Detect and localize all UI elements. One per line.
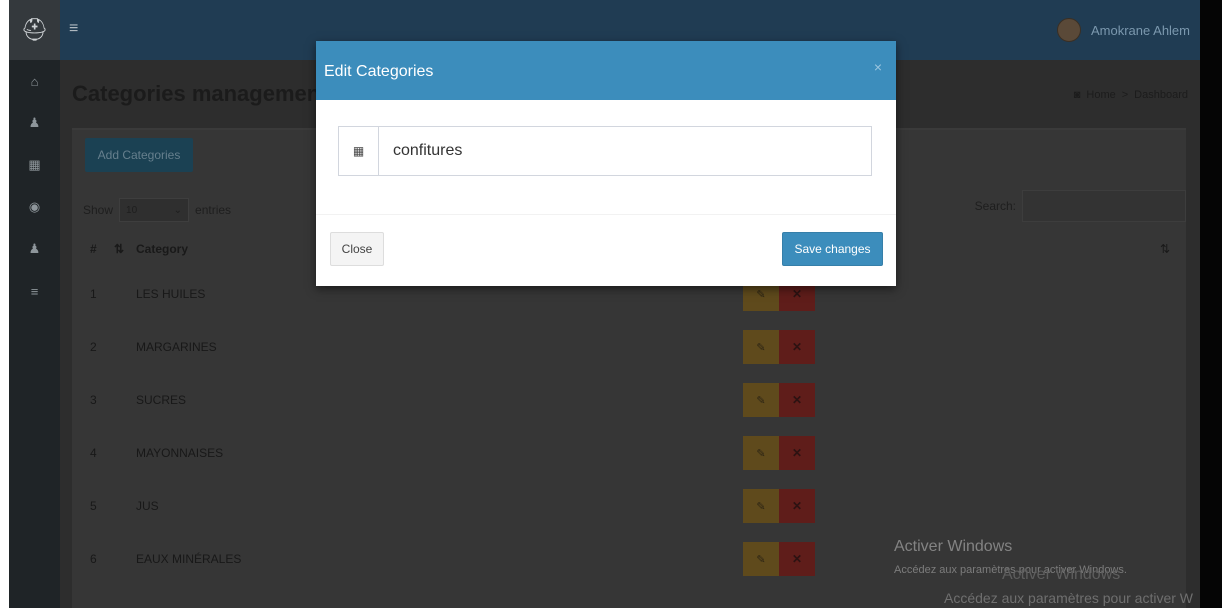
dashboard-icon: ◙ [1073, 89, 1081, 101]
activation-watermark-subtitle-2: Accédez aux paramètres pour activer W [944, 590, 1193, 606]
row-category: SUCRES [136, 392, 187, 407]
home-icon: ⌂ [30, 73, 39, 89]
row-actions: ✎ ✕ [743, 489, 815, 523]
sidebar-item-home[interactable]: ⌂ [9, 60, 60, 102]
sidebar: ⛑ ⌂ ♟ ▦ ◉ ♟ ≡ [9, 0, 60, 608]
list-icon: ≡ [30, 283, 39, 299]
sidebar-item-list[interactable]: ≡ [9, 270, 60, 312]
entries-value: 10 [126, 204, 138, 216]
entries-select[interactable]: 10 ⌄ [119, 198, 190, 222]
search-input[interactable] [1022, 190, 1186, 222]
delete-button[interactable]: ✕ [779, 542, 815, 576]
sort-icon[interactable]: ⇅ [1160, 242, 1176, 256]
row-category: MARGARINES [136, 339, 217, 354]
table-row: 5 JUS ✎ ✕ [82, 479, 1176, 532]
helmet-logo-icon[interactable]: ⛑ [9, 0, 60, 60]
category-input-group: ▦ confitures [338, 126, 872, 176]
pencil-icon: ✎ [756, 288, 766, 301]
edit-button[interactable]: ✎ [743, 330, 779, 364]
row-category: EAUX MINÉRALES [136, 551, 242, 566]
close-icon: ✕ [791, 499, 803, 513]
breadcrumb: ◙ Home > Dashboard [1074, 89, 1188, 101]
row-category: MAYONNAISES [136, 445, 224, 460]
save-changes-button[interactable]: Save changes [782, 232, 883, 266]
row-actions: ✎ ✕ [743, 383, 815, 417]
pencil-icon: ✎ [756, 341, 766, 354]
row-num: 5 [90, 498, 97, 513]
breadcrumb-home[interactable]: Home [1086, 89, 1115, 101]
close-icon: ✕ [791, 446, 803, 460]
delete-button[interactable]: ✕ [779, 383, 815, 417]
page-title: Categories management [72, 81, 328, 106]
row-num: 2 [90, 339, 97, 354]
row-actions: ✎ ✕ [743, 542, 815, 576]
close-icon: ✕ [791, 393, 803, 407]
row-actions: ✎ ✕ [743, 330, 815, 364]
pencil-icon: ✎ [756, 447, 766, 460]
user-name: Amokrane Ahlem [1091, 22, 1190, 38]
delete-button[interactable]: ✕ [779, 489, 815, 523]
delete-button[interactable]: ✕ [779, 436, 815, 470]
close-icon: ✕ [791, 287, 803, 301]
right-edge [1200, 0, 1222, 608]
search-label: Search: [974, 199, 1016, 213]
pencil-icon: ✎ [756, 500, 766, 513]
sidebar-item-users[interactable]: ♟ [9, 102, 60, 144]
row-num: 3 [90, 392, 97, 407]
edit-categories-modal: Edit Categories × ▦ confitures Close Sav… [316, 41, 896, 286]
close-icon[interactable]: × [874, 59, 882, 75]
user-icon: ♟ [28, 241, 41, 256]
column-header-num[interactable]: # [82, 242, 114, 256]
hamburger-menu-icon[interactable]: ≡ [69, 20, 78, 38]
edit-button[interactable]: ✎ [743, 436, 779, 470]
user-icon: ♟ [28, 115, 41, 130]
grid-icon: ▦ [339, 127, 379, 175]
modal-body: ▦ confitures [316, 100, 896, 215]
activation-watermark-title: Activer Windows [894, 538, 1013, 555]
close-button[interactable]: Close [330, 232, 384, 266]
table-search: Search: [975, 190, 1186, 222]
row-num: 1 [90, 286, 97, 301]
table-row: 3 SUCRES ✎ ✕ [82, 373, 1176, 426]
category-name-input[interactable]: confitures [379, 127, 871, 175]
add-categories-button[interactable]: Add Categories [85, 138, 193, 172]
product-icon: ◉ [28, 199, 41, 214]
row-category: JUS [136, 498, 159, 513]
delete-button[interactable]: ✕ [779, 330, 815, 364]
avatar [1057, 18, 1081, 42]
show-label: Show [83, 203, 114, 217]
entries-label: entries [195, 203, 232, 217]
modal-title: Edit Categories [324, 63, 434, 80]
sidebar-item-categories[interactable]: ▦ [9, 144, 60, 186]
breadcrumb-separator: > [1121, 89, 1129, 101]
entries-length: Show 10 ⌄ entries [83, 198, 231, 222]
edit-button[interactable]: ✎ [743, 489, 779, 523]
pencil-icon: ✎ [756, 394, 766, 407]
activation-watermark-title-2: Activer Windows [1002, 566, 1121, 583]
table-row: 2 MARGARINES ✎ ✕ [82, 320, 1176, 373]
modal-header: Edit Categories × [316, 41, 896, 100]
edit-button[interactable]: ✎ [743, 542, 779, 576]
breadcrumb-current: Dashboard [1134, 89, 1188, 101]
chevron-down-icon: ⌄ [173, 204, 183, 216]
user-menu[interactable]: Amokrane Ahlem [1057, 18, 1190, 42]
row-num: 6 [90, 551, 97, 566]
grid-icon: ▦ [28, 157, 41, 172]
row-category: LES HUILES [136, 286, 206, 301]
table-row: 4 MAYONNAISES ✎ ✕ [82, 426, 1176, 479]
sort-icon[interactable]: ⇅ [114, 242, 136, 256]
left-edge [0, 0, 9, 608]
sidebar-item-clients[interactable]: ♟ [9, 228, 60, 270]
row-num: 4 [90, 445, 97, 460]
sidebar-item-products[interactable]: ◉ [9, 186, 60, 228]
edit-button[interactable]: ✎ [743, 383, 779, 417]
pencil-icon: ✎ [756, 553, 766, 566]
modal-footer: Close Save changes [316, 215, 896, 286]
close-icon: ✕ [791, 340, 803, 354]
close-icon: ✕ [791, 552, 803, 566]
row-actions: ✎ ✕ [743, 436, 815, 470]
